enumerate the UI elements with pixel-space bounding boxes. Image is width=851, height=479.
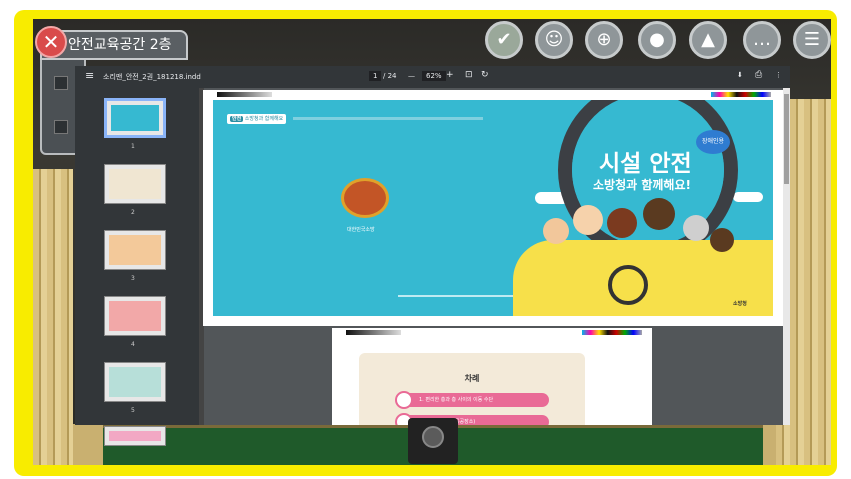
thumbnail-page-6[interactable] <box>104 426 166 446</box>
thumbnail-page-3[interactable] <box>104 230 166 270</box>
bell-icon[interactable]: ▲ <box>689 21 727 59</box>
print-color-bar <box>582 330 642 335</box>
pdf-page-2: 차례 1. 편리한 층과 층 사이의 이동 수단 2. 다중이용시설(공공장소) <box>332 328 652 425</box>
camera-icon <box>422 426 444 448</box>
emblem-caption: 대한민국소방 <box>347 227 375 233</box>
more-options-icon[interactable]: ⋮ <box>775 71 782 79</box>
thumbnail-page-1[interactable] <box>104 98 166 138</box>
rotate-icon[interactable]: ↻ <box>481 70 489 80</box>
person-icon <box>607 208 637 238</box>
thumbnail-number: 3 <box>131 275 135 282</box>
cover-chip: 안전 소방청과 함께해요 <box>227 114 287 124</box>
print-mark <box>217 92 272 97</box>
scrollbar-thumb[interactable] <box>784 94 789 184</box>
user-icon[interactable]: ● <box>638 21 676 59</box>
table-of-contents: 차례 1. 편리한 층과 층 사이의 이동 수단 2. 다중이용시설(공공장소) <box>359 353 585 425</box>
print-color-bar <box>711 92 771 97</box>
fire-emblem-icon <box>341 178 389 218</box>
toc-item-label: 1. 편리한 층과 층 사이의 이동 수단 <box>419 397 494 403</box>
zoom-in-button[interactable]: + <box>446 70 454 80</box>
pdf-page-1: 안전 소방청과 함께해요 대한민국소방 시설 안전 소방청과 함께해요! 장애인… <box>203 90 783 326</box>
thumbnail-page-2[interactable] <box>104 164 166 204</box>
cover-chip-tag: 안전 <box>230 116 244 122</box>
page-total: / 24 <box>383 72 397 80</box>
print-mark <box>346 330 401 335</box>
door-icon <box>395 391 413 409</box>
globe-icon[interactable]: ⊕ <box>585 21 623 59</box>
thumbnail-sidebar: 1 2 3 4 5 <box>75 88 199 446</box>
thumbnail-number: 4 <box>131 341 135 348</box>
thumbnail-page-5[interactable] <box>104 362 166 402</box>
cover-chip-text: 소방청과 함께해요 <box>244 116 284 122</box>
download-icon[interactable]: ⬇ <box>737 71 743 79</box>
toc-item[interactable]: 1. 편리한 층과 층 사이의 이동 수단 <box>395 391 549 409</box>
cover-title: 시설 안전 <box>599 151 692 177</box>
thumbnail-page-4[interactable] <box>104 296 166 336</box>
cover-subtitle: 소방청과 함께해요! <box>593 178 691 192</box>
cover-logo: 소방청 <box>733 301 747 307</box>
menu-icon[interactable]: ☰ <box>793 21 831 59</box>
thumbnail-number: 2 <box>131 209 135 216</box>
panel-square-icon[interactable] <box>54 120 68 134</box>
person-icon <box>643 198 675 230</box>
person-icon <box>710 228 734 252</box>
zoom-out-button[interactable]: — <box>408 72 415 80</box>
accessibility-badge: 장애인용 <box>696 130 730 154</box>
pdf-viewer: ≡ 소리맨_안전_2권_181218.indd 1 / 24 — 62% + ⊡… <box>75 66 790 446</box>
close-button[interactable]: ✕ <box>35 26 67 58</box>
thumbnail-number: 5 <box>131 407 135 414</box>
fit-page-icon[interactable]: ⊡ <box>465 70 473 80</box>
wheelchair-icon <box>608 265 648 305</box>
sidebar-menu-icon[interactable]: ≡ <box>85 69 94 82</box>
badge-check-icon[interactable]: ✔ <box>485 21 523 59</box>
smile-icon[interactable]: ☺ <box>535 21 573 59</box>
pdf-toolbar: ≡ 소리맨_안전_2권_181218.indd 1 / 24 — 62% + ⊡… <box>75 66 790 88</box>
page-scrollbar[interactable] <box>783 88 790 425</box>
camera-button[interactable] <box>408 418 458 464</box>
bookshelf-left <box>33 169 73 465</box>
toc-heading: 차례 <box>464 374 480 383</box>
person-icon <box>573 205 603 235</box>
cover-small-text <box>293 117 483 120</box>
cloud-icon <box>733 192 763 202</box>
chat-icon[interactable]: … <box>743 21 781 59</box>
person-icon <box>543 218 569 244</box>
person-icon <box>683 215 709 241</box>
zoom-level[interactable]: 62% <box>422 71 446 81</box>
print-icon[interactable]: ⎙ <box>755 70 762 80</box>
panel-square-icon[interactable] <box>54 76 68 90</box>
page-number-input[interactable]: 1 <box>369 71 382 81</box>
cover-art: 안전 소방청과 함께해요 대한민국소방 시설 안전 소방청과 함께해요! 장애인… <box>213 100 773 316</box>
file-name: 소리맨_안전_2권_181218.indd <box>103 73 201 81</box>
thumbnail-number: 1 <box>131 143 135 150</box>
cover-footer-text <box>398 295 518 297</box>
